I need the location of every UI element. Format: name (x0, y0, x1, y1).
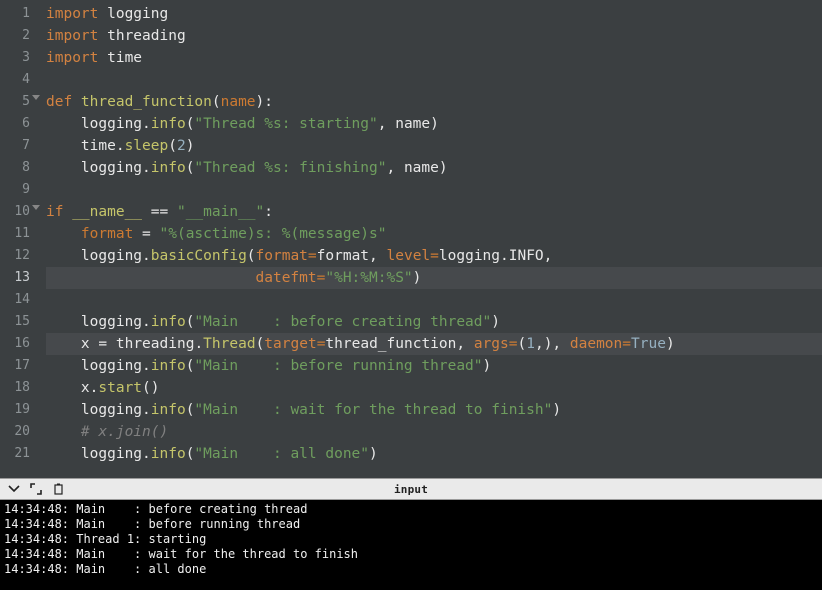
line-number[interactable]: 11 (0, 223, 36, 245)
panel-label: input (394, 483, 428, 496)
code-editor[interactable]: 123456789101112131415161718192021 import… (0, 0, 822, 478)
line-number[interactable]: 3 (0, 47, 36, 69)
code-line[interactable]: x = threading.Thread(target=thread_funct… (46, 333, 822, 355)
code-line[interactable]: x.start() (46, 377, 822, 399)
line-number[interactable]: 4 (0, 69, 36, 91)
code-area[interactable]: import loggingimport threadingimport tim… (36, 0, 822, 478)
line-gutter[interactable]: 123456789101112131415161718192021 (0, 0, 36, 478)
code-line[interactable]: logging.info("Thread %s: starting", name… (46, 113, 822, 135)
line-number[interactable]: 1 (0, 3, 36, 25)
line-number[interactable]: 14 (0, 289, 36, 311)
line-number[interactable]: 18 (0, 377, 36, 399)
code-line[interactable]: import threading (46, 25, 822, 47)
code-line[interactable]: logging.info("Main : before creating thr… (46, 311, 822, 333)
line-number[interactable]: 13 (0, 267, 36, 289)
code-line[interactable] (46, 289, 822, 311)
code-line[interactable]: logging.basicConfig(format=format, level… (46, 245, 822, 267)
code-line[interactable] (46, 69, 822, 91)
panel-expand-down-icon[interactable] (8, 483, 20, 495)
line-number[interactable]: 7 (0, 135, 36, 157)
code-line[interactable]: import logging (46, 3, 822, 25)
line-number[interactable]: 10 (0, 201, 36, 223)
code-line[interactable]: datefmt="%H:%M:%S") (46, 267, 822, 289)
line-number[interactable]: 19 (0, 399, 36, 421)
code-line[interactable]: def thread_function(name): (46, 91, 822, 113)
code-line[interactable]: logging.info("Thread %s: finishing", nam… (46, 157, 822, 179)
line-number[interactable]: 5 (0, 91, 36, 113)
line-number[interactable]: 2 (0, 25, 36, 47)
panel-toolbar: input (0, 478, 822, 500)
line-number[interactable]: 6 (0, 113, 36, 135)
line-number[interactable]: 20 (0, 421, 36, 443)
code-line[interactable]: # x.join() (46, 421, 822, 443)
line-number[interactable]: 17 (0, 355, 36, 377)
line-number[interactable]: 12 (0, 245, 36, 267)
code-line[interactable] (46, 179, 822, 201)
line-number[interactable]: 21 (0, 443, 36, 465)
console-output[interactable]: 14:34:48: Main : before creating thread … (0, 500, 822, 590)
line-number[interactable]: 15 (0, 311, 36, 333)
code-line[interactable]: import time (46, 47, 822, 69)
code-line[interactable]: logging.info("Main : all done") (46, 443, 822, 465)
code-line[interactable]: format = "%(asctime)s: %(message)s" (46, 223, 822, 245)
line-number[interactable]: 9 (0, 179, 36, 201)
code-line[interactable]: if __name__ == "__main__": (46, 201, 822, 223)
panel-maximize-icon[interactable] (30, 483, 42, 495)
code-line[interactable]: logging.info("Main : before running thre… (46, 355, 822, 377)
code-line[interactable]: logging.info("Main : wait for the thread… (46, 399, 822, 421)
line-number[interactable]: 8 (0, 157, 36, 179)
code-line[interactable]: time.sleep(2) (46, 135, 822, 157)
panel-clipboard-icon[interactable] (52, 483, 64, 495)
line-number[interactable]: 16 (0, 333, 36, 355)
